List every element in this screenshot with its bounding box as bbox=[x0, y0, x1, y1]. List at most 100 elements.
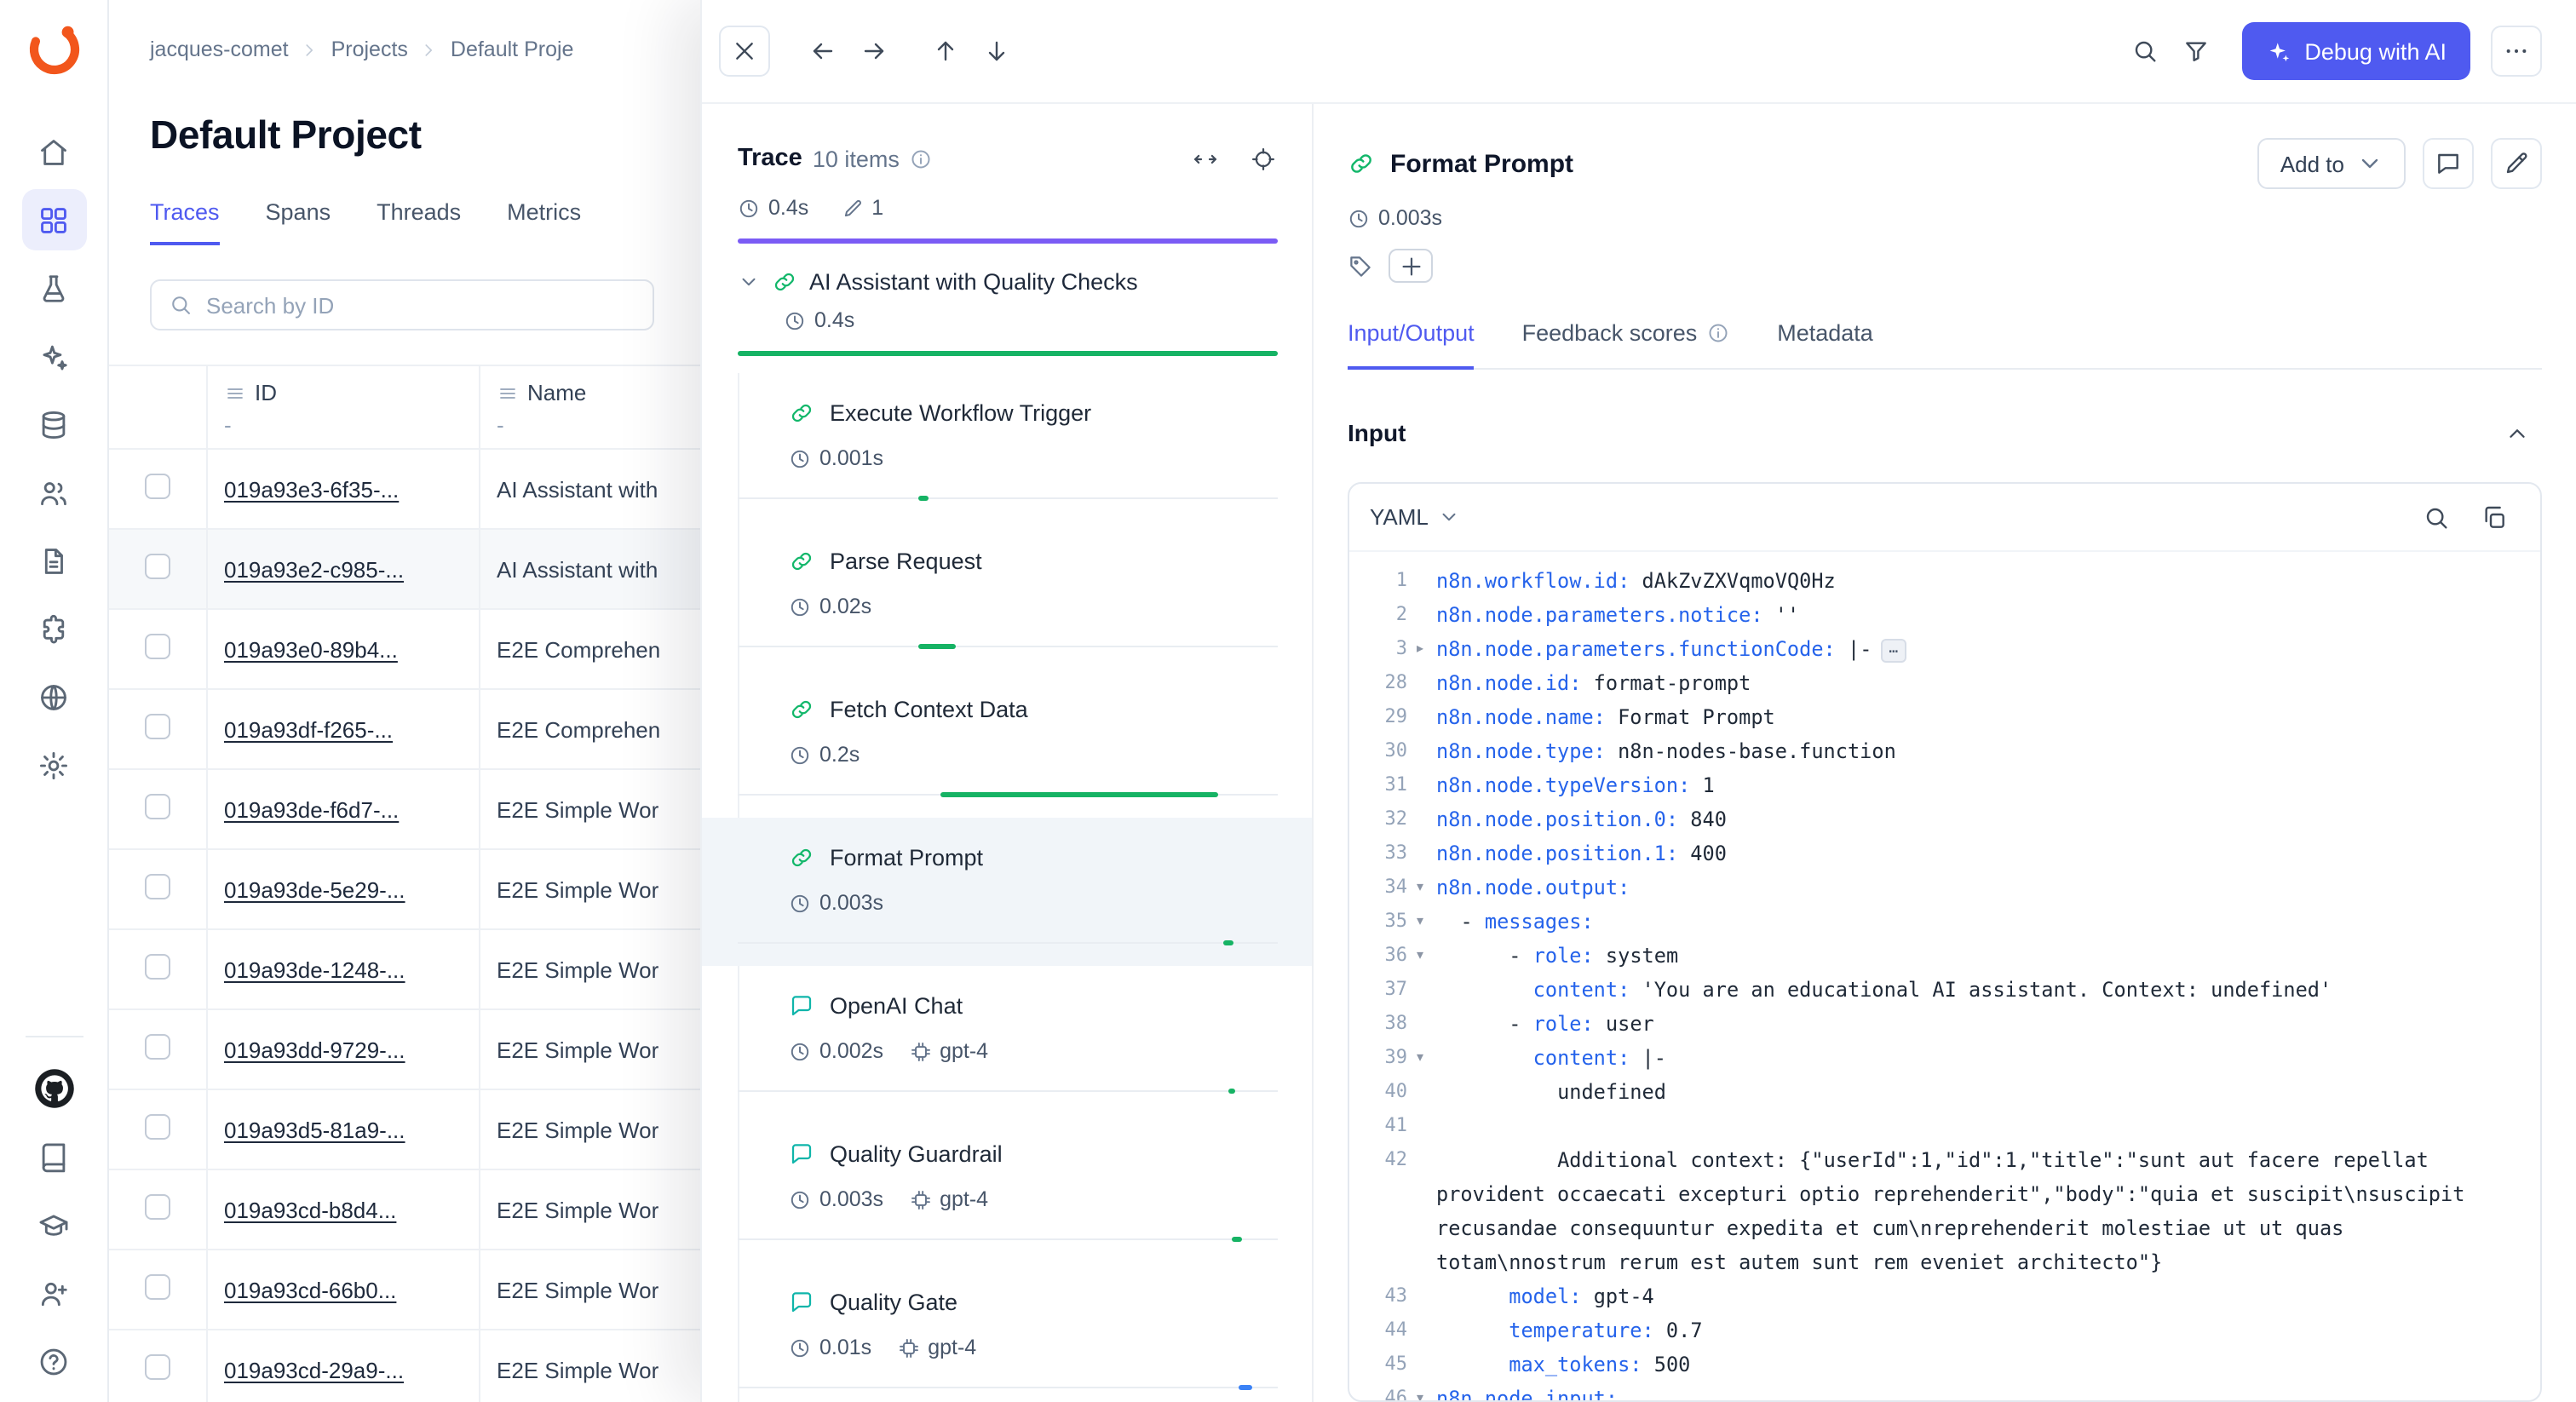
line-number: 46 bbox=[1366, 1382, 1407, 1400]
root-span-duration: 0.4s bbox=[738, 308, 1278, 332]
detail-tab-feedback-scores[interactable]: Feedback scores bbox=[1522, 310, 1730, 370]
trace-id-link[interactable]: 019a93de-5e29-... bbox=[224, 876, 405, 902]
sidebar-item[interactable] bbox=[21, 666, 86, 727]
sidebar-item[interactable] bbox=[21, 1330, 86, 1392]
trace-id-link[interactable]: 019a93e3-6f35-... bbox=[224, 476, 399, 502]
expand-spans-icon[interactable] bbox=[1179, 133, 1230, 184]
code-fold-chevron-icon[interactable]: ▾ bbox=[1407, 871, 1433, 905]
add-to-button[interactable]: Add to bbox=[2258, 138, 2406, 189]
span-row[interactable]: Format Prompt0.003s bbox=[702, 818, 1312, 966]
detail-tabs: Input/Output Feedback scores Metadata bbox=[1348, 310, 2542, 370]
search-spans-button[interactable] bbox=[2119, 26, 2170, 77]
comet-logo[interactable] bbox=[23, 19, 84, 80]
sidebar-item[interactable] bbox=[21, 394, 86, 455]
tab-metrics[interactable]: Metrics bbox=[507, 199, 581, 245]
sidebar-item[interactable] bbox=[21, 189, 86, 250]
code-fold-chevron-icon[interactable]: ▾ bbox=[1407, 939, 1433, 973]
trace-id-link[interactable]: 019a93de-1248-... bbox=[224, 957, 405, 982]
prev-span-button[interactable] bbox=[920, 26, 971, 77]
row-checkbox[interactable] bbox=[145, 874, 170, 899]
edit-button[interactable] bbox=[2491, 138, 2542, 189]
span-duration: 0.01s bbox=[819, 1336, 871, 1359]
row-checkbox[interactable] bbox=[145, 1114, 170, 1140]
trace-id-link[interactable]: 019a93dd-9729-... bbox=[224, 1037, 405, 1062]
code-fold-chevron-icon[interactable]: ▾ bbox=[1407, 1041, 1433, 1075]
search-box bbox=[150, 279, 654, 330]
root-span-row[interactable]: AI Assistant with Quality Checks bbox=[738, 269, 1278, 295]
more-actions-button[interactable] bbox=[2491, 26, 2542, 77]
search-input[interactable] bbox=[206, 292, 635, 318]
row-checkbox[interactable] bbox=[145, 1354, 170, 1380]
focus-trace-icon[interactable] bbox=[1237, 133, 1288, 184]
format-select[interactable]: YAML bbox=[1370, 504, 1461, 530]
clock-icon bbox=[789, 1336, 811, 1359]
row-checkbox[interactable] bbox=[145, 954, 170, 980]
sidebar-item[interactable] bbox=[21, 1058, 86, 1119]
sidebar-item[interactable] bbox=[21, 462, 86, 523]
filter-button[interactable] bbox=[2170, 26, 2221, 77]
collapsed-code-ellipsis[interactable]: … bbox=[1880, 638, 1906, 662]
code-line: 33n8n.node.position.1: 400 bbox=[1366, 836, 2516, 871]
next-trace-button[interactable] bbox=[848, 26, 900, 77]
row-checkbox[interactable] bbox=[145, 1194, 170, 1220]
add-tag-button[interactable] bbox=[1389, 249, 1433, 283]
breadcrumb-item[interactable]: Default Proje bbox=[451, 37, 574, 61]
search-in-code-button[interactable] bbox=[2411, 491, 2462, 543]
trace-id-link[interactable]: 019a93e0-89b4... bbox=[224, 636, 398, 662]
prev-trace-button[interactable] bbox=[797, 26, 848, 77]
tab-threads[interactable]: Threads bbox=[377, 199, 461, 245]
sidebar-item[interactable] bbox=[21, 121, 86, 182]
trace-id-link[interactable]: 019a93d5-81a9-... bbox=[224, 1117, 405, 1142]
sidebar-item[interactable] bbox=[21, 257, 86, 319]
sidebar-item[interactable] bbox=[21, 1126, 86, 1187]
sidebar-item[interactable] bbox=[21, 530, 86, 591]
line-number: 40 bbox=[1366, 1075, 1407, 1109]
code-fold-chevron-icon[interactable]: ▾ bbox=[1407, 905, 1433, 939]
code-line: 45 max_tokens: 500 bbox=[1366, 1347, 2516, 1382]
row-checkbox[interactable] bbox=[145, 714, 170, 739]
trace-id-link[interactable]: 019a93e2-c985-... bbox=[224, 556, 404, 582]
trace-id-link[interactable]: 019a93cd-66b0... bbox=[224, 1277, 396, 1302]
span-row[interactable]: Fetch Context Data0.2s bbox=[702, 669, 1312, 818]
span-row[interactable]: Quality Guardrail0.003sgpt-4 bbox=[702, 1114, 1312, 1262]
sidebar-item[interactable] bbox=[21, 1262, 86, 1324]
breadcrumb-item[interactable]: Projects bbox=[331, 37, 408, 61]
tab-spans[interactable]: Spans bbox=[266, 199, 331, 245]
close-button[interactable] bbox=[719, 26, 770, 77]
trace-id-link[interactable]: 019a93cd-29a9-... bbox=[224, 1357, 404, 1382]
row-checkbox[interactable] bbox=[145, 794, 170, 819]
trace-name: E2E Comprehen bbox=[497, 636, 660, 662]
tab-traces[interactable]: Traces bbox=[150, 199, 220, 245]
row-checkbox[interactable] bbox=[145, 554, 170, 579]
comment-button[interactable] bbox=[2423, 138, 2474, 189]
copy-code-button[interactable] bbox=[2469, 491, 2520, 543]
span-list: Execute Workflow Trigger0.001sParse Requ… bbox=[702, 373, 1312, 1402]
sidebar-item[interactable] bbox=[21, 598, 86, 659]
trace-id-link[interactable]: 019a93cd-b8d4... bbox=[224, 1197, 396, 1222]
detail-tab-input-output[interactable]: Input/Output bbox=[1348, 310, 1475, 370]
debug-with-ai-button[interactable]: Debug with AI bbox=[2241, 22, 2470, 80]
code-fold-chevron-icon[interactable]: ▸ bbox=[1407, 632, 1433, 666]
sidebar-item[interactable] bbox=[21, 325, 86, 387]
row-checkbox[interactable] bbox=[145, 474, 170, 499]
sidebar-bottom-nav bbox=[21, 1054, 86, 1395]
trace-id-link[interactable]: 019a93df-f265-... bbox=[224, 716, 393, 742]
chevron-down-icon[interactable] bbox=[738, 271, 760, 293]
header-select bbox=[109, 365, 206, 449]
next-span-button[interactable] bbox=[971, 26, 1022, 77]
row-checkbox[interactable] bbox=[145, 1034, 170, 1060]
sidebar-item[interactable] bbox=[21, 1194, 86, 1255]
span-row[interactable]: Parse Request0.02s bbox=[702, 521, 1312, 669]
span-row[interactable]: Execute Workflow Trigger0.001s bbox=[702, 373, 1312, 521]
breadcrumb-item[interactable]: jacques-comet bbox=[150, 37, 289, 61]
code-fold-chevron-icon[interactable]: ▾ bbox=[1407, 1382, 1433, 1400]
header-id[interactable]: ID - bbox=[206, 365, 479, 449]
detail-tab-metadata[interactable]: Metadata bbox=[1777, 310, 1873, 370]
span-row[interactable]: Quality Gate0.01sgpt-4 bbox=[702, 1262, 1312, 1402]
row-checkbox[interactable] bbox=[145, 634, 170, 659]
sidebar-item[interactable] bbox=[21, 734, 86, 796]
span-row[interactable]: OpenAI Chat0.002sgpt-4 bbox=[702, 966, 1312, 1114]
collapse-section-button[interactable] bbox=[2491, 407, 2542, 458]
row-checkbox[interactable] bbox=[145, 1274, 170, 1300]
trace-id-link[interactable]: 019a93de-f6d7-... bbox=[224, 796, 399, 822]
